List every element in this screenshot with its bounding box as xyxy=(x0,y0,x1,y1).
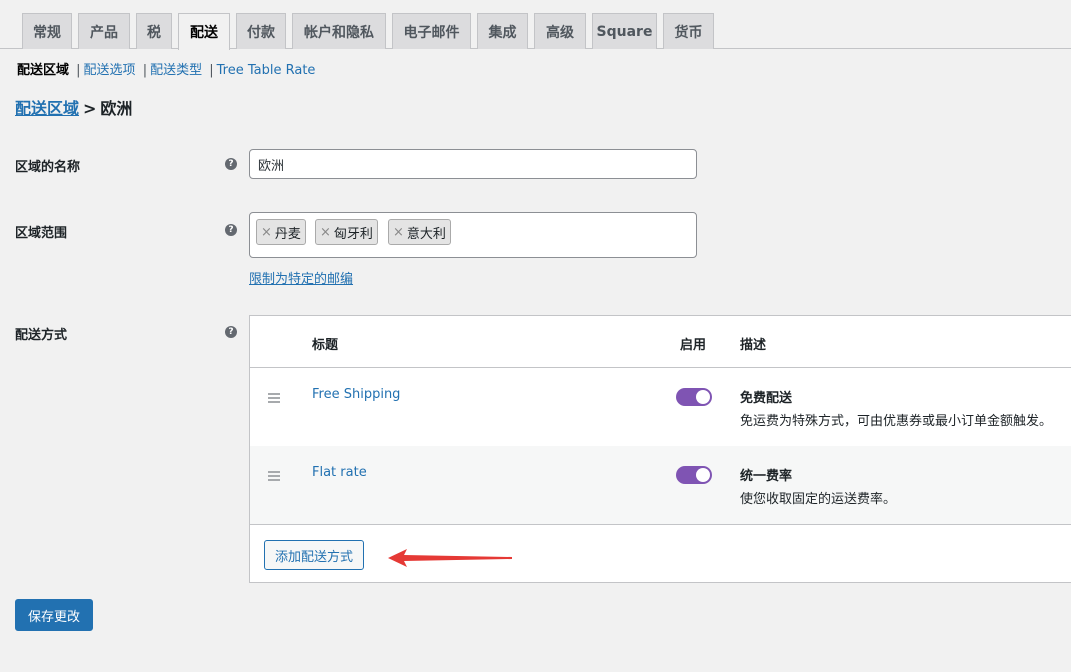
zone-regions-select[interactable]: × 丹麦 × 匈牙利 × 意大利 xyxy=(249,212,697,258)
method-title: 免费配送 xyxy=(740,391,793,406)
shipping-subnav: 配送区域 | 配送选项 | 配送类型 | Tree Table Rate xyxy=(17,59,315,78)
subnav-zones[interactable]: 配送区域 xyxy=(17,63,69,78)
breadcrumb-separator: > xyxy=(83,99,97,118)
table-row: Free Shipping 免费配送 免运费为特殊方式，可由优惠券或最小订单金额… xyxy=(250,368,1071,446)
zone-name-label: 区域的名称 xyxy=(15,160,81,175)
tab-general[interactable]: 常规 xyxy=(22,13,72,49)
region-chip: × 匈牙利 xyxy=(315,219,378,245)
region-chip-label: 匈牙利 xyxy=(333,226,373,242)
column-title: 标题 xyxy=(312,338,339,353)
subnav-separator: | xyxy=(142,63,148,78)
remove-chip-icon[interactable]: × xyxy=(261,225,272,240)
region-chip: × 丹麦 xyxy=(256,219,306,245)
tab-products[interactable]: 产品 xyxy=(78,13,130,49)
enabled-toggle[interactable] xyxy=(676,388,712,406)
subnav-options[interactable]: 配送选项 xyxy=(84,63,136,78)
method-name-link[interactable]: Free Shipping xyxy=(312,387,400,402)
tab-square[interactable]: Square xyxy=(592,13,657,49)
subnav-separator: | xyxy=(76,63,81,78)
breadcrumb-current: 欧洲 xyxy=(100,99,133,118)
column-description: 描述 xyxy=(740,338,767,353)
subnav-separator: | xyxy=(209,63,214,78)
region-chip-label: 意大利 xyxy=(406,226,446,242)
shipping-methods-table: 标题 启用 描述 Free Shipping 免费配送 免运费为特殊方式，可由优… xyxy=(249,315,1071,583)
tab-shipping[interactable]: 配送 xyxy=(178,13,230,50)
zone-name-input[interactable] xyxy=(249,149,697,179)
settings-tabs: 常规 产品 税 配送 付款 帐户和隐私 电子邮件 集成 高级 Square 货币 xyxy=(0,0,1071,50)
subnav-classes[interactable]: 配送类型 xyxy=(150,63,202,78)
limit-postcodes-link[interactable]: 限制为特定的邮编 xyxy=(249,268,353,287)
breadcrumb: 配送区域 > 欧洲 xyxy=(15,95,132,119)
subnav-tree-table-rate[interactable]: Tree Table Rate xyxy=(217,63,316,78)
shipping-methods-label: 配送方式 xyxy=(15,328,68,343)
remove-chip-icon[interactable]: × xyxy=(393,225,404,240)
enabled-toggle[interactable] xyxy=(676,466,712,484)
help-icon[interactable]: ? xyxy=(225,224,237,236)
table-footer: 添加配送方式 xyxy=(250,524,1071,584)
help-icon[interactable]: ? xyxy=(225,326,237,338)
method-description: 使您收取固定的运送费率。 xyxy=(740,492,897,507)
drag-handle-icon[interactable] xyxy=(268,471,280,483)
table-row: Flat rate 统一费率 使您收取固定的运送费率。 xyxy=(250,446,1071,524)
column-enabled: 启用 xyxy=(680,338,707,353)
remove-chip-icon[interactable]: × xyxy=(320,225,331,240)
method-title: 统一费率 xyxy=(740,469,793,484)
tab-tax[interactable]: 税 xyxy=(136,13,172,49)
tab-integration[interactable]: 集成 xyxy=(477,13,528,49)
zone-regions-label: 区域范围 xyxy=(15,226,68,241)
help-icon[interactable]: ? xyxy=(225,158,237,170)
region-chip: × 意大利 xyxy=(388,219,451,245)
table-header: 标题 启用 描述 xyxy=(250,316,1071,368)
annotation-arrow xyxy=(388,549,512,567)
save-changes-button[interactable]: 保存更改 xyxy=(15,599,94,631)
tab-emails[interactable]: 电子邮件 xyxy=(392,13,471,49)
tab-payments[interactable]: 付款 xyxy=(236,13,286,49)
add-shipping-method-button[interactable]: 添加配送方式 xyxy=(264,540,365,570)
method-name-link[interactable]: Flat rate xyxy=(312,465,367,480)
tab-advanced[interactable]: 高级 xyxy=(534,13,586,49)
breadcrumb-zones-link[interactable]: 配送区域 xyxy=(15,99,79,118)
tab-accounts-privacy[interactable]: 帐户和隐私 xyxy=(292,13,386,49)
method-description: 免运费为特殊方式，可由优惠券或最小订单金额触发。 xyxy=(740,414,1053,429)
drag-handle-icon[interactable] xyxy=(268,393,280,405)
tab-currency[interactable]: 货币 xyxy=(663,13,714,49)
region-chip-label: 丹麦 xyxy=(274,226,301,242)
